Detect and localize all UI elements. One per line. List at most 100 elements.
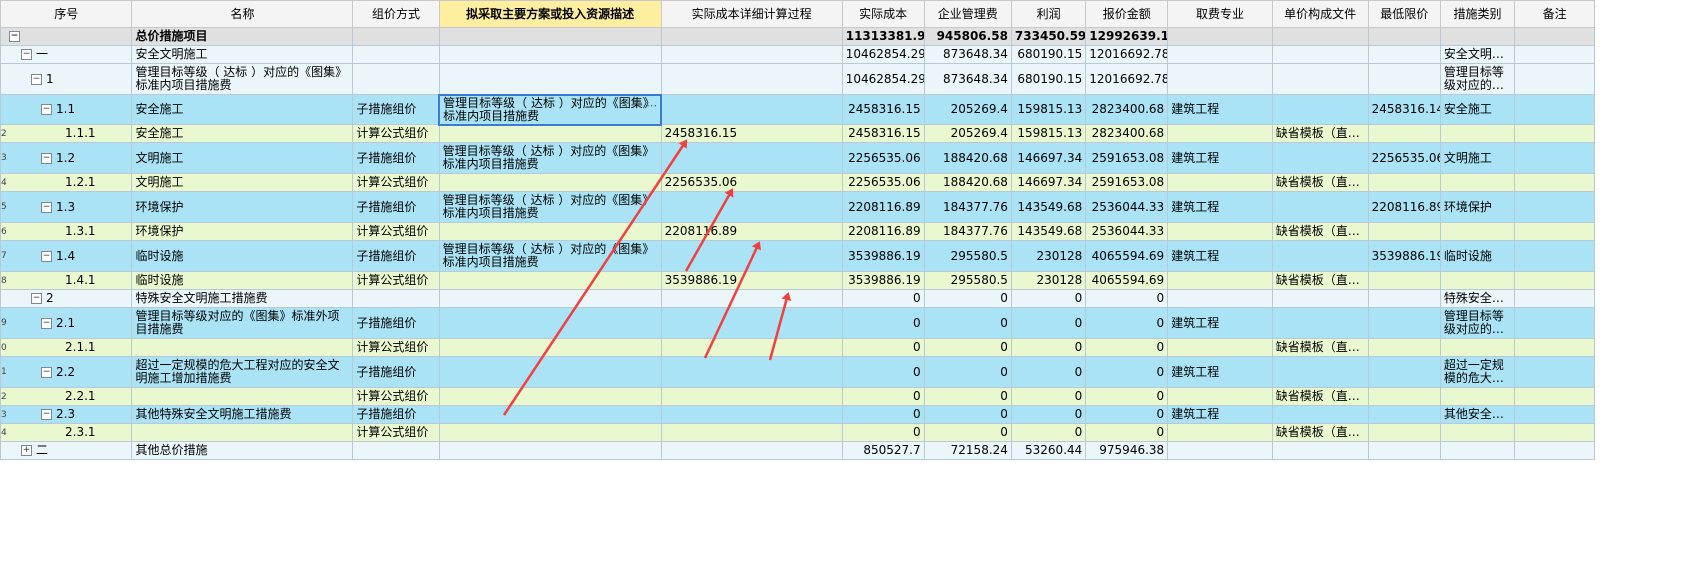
plan-description-cell[interactable]	[438, 271, 662, 290]
item-name-cell[interactable]: 环境保护	[131, 191, 354, 223]
unit-price-file-cell[interactable]	[1271, 27, 1369, 46]
actual-cost-cell[interactable]: 2256535.06	[841, 142, 925, 174]
column-header[interactable]: 单价构成文件	[1271, 0, 1369, 28]
actual-cost-cell[interactable]: 3539886.19	[841, 271, 925, 290]
fee-specialty-cell[interactable]	[1167, 441, 1273, 460]
management-fee-cell[interactable]: 0	[923, 289, 1012, 308]
fee-specialty-cell[interactable]: 建筑工程	[1167, 405, 1273, 424]
management-fee-cell[interactable]: 205269.4	[923, 124, 1012, 143]
quote-amount-cell[interactable]: 2823400.68	[1085, 124, 1169, 143]
plan-description-cell[interactable]	[438, 387, 662, 406]
unit-price-file-cell[interactable]: 缺省模板（直…	[1271, 173, 1369, 192]
item-name-cell[interactable]: 安全施工	[131, 124, 354, 143]
actual-cost-cell[interactable]: 10462854.29	[841, 45, 925, 64]
measure-category-cell[interactable]: 文明施工	[1439, 142, 1516, 174]
fee-specialty-cell[interactable]: 建筑工程	[1167, 191, 1273, 223]
seq-cell[interactable]: −	[0, 27, 133, 46]
measure-category-cell[interactable]: 其他安全…	[1439, 405, 1516, 424]
quote-amount-cell[interactable]: 0	[1085, 387, 1169, 406]
table-row[interactable]: −2 特殊安全文明施工措施费 0 0 0 0 特殊安全…	[0, 289, 1595, 308]
pricing-method-cell[interactable]	[352, 63, 440, 95]
item-name-cell[interactable]: 其他总价措施	[131, 441, 354, 460]
profit-cell[interactable]: 733450.59	[1010, 27, 1087, 46]
unit-price-file-cell[interactable]: 缺省模板（直…	[1271, 271, 1369, 290]
item-name-cell[interactable]	[131, 338, 354, 357]
actual-cost-cell[interactable]: 2458316.15	[841, 124, 925, 143]
remark-cell[interactable]	[1514, 271, 1595, 290]
profit-cell[interactable]: 0	[1010, 405, 1087, 424]
table-row[interactable]: + 二其他总价措施 850527.7 72158.24 53260.44 975946.3…	[0, 441, 1595, 460]
seq-cell[interactable]: 9 −2.1	[0, 307, 133, 339]
remark-cell[interactable]	[1514, 441, 1595, 460]
item-name-cell[interactable]: 安全文明施工	[131, 45, 354, 64]
min-price-cell[interactable]	[1367, 45, 1441, 64]
actual-cost-cell[interactable]: 3539886.19	[841, 240, 925, 272]
management-fee-cell[interactable]: 295580.5	[923, 271, 1012, 290]
pricing-method-cell[interactable]: 子措施组价	[352, 307, 440, 339]
plan-description-cell[interactable]	[438, 423, 662, 442]
pricing-method-cell[interactable]: 子措施组价	[352, 240, 440, 272]
collapse-icon[interactable]: −	[41, 104, 52, 115]
seq-cell[interactable]: −2	[0, 289, 133, 308]
measure-category-cell[interactable]	[1439, 124, 1516, 143]
min-price-cell[interactable]	[1367, 63, 1441, 95]
profit-cell[interactable]: 680190.15	[1010, 63, 1087, 95]
measure-category-cell[interactable]	[1439, 173, 1516, 192]
pricing-method-cell[interactable]: 计算公式组价	[352, 124, 440, 143]
min-price-cell[interactable]	[1367, 289, 1441, 308]
expand-icon[interactable]: +	[21, 445, 32, 456]
seq-cell[interactable]: −1	[0, 63, 133, 95]
unit-price-file-cell[interactable]	[1271, 191, 1369, 223]
table-row[interactable]: 2 2.2.1 计算公式组价 0 0 0 0 缺省模板（直…	[0, 387, 1595, 406]
actual-cost-cell[interactable]: 0	[841, 289, 925, 308]
quote-amount-cell[interactable]: 12016692.78	[1085, 45, 1169, 64]
fee-specialty-cell[interactable]: 建筑工程	[1167, 307, 1273, 339]
more-options-icon[interactable]: ⋯	[646, 99, 657, 112]
plan-description-cell[interactable]	[438, 405, 662, 424]
quote-amount-cell[interactable]: 0	[1085, 307, 1169, 339]
actual-cost-cell[interactable]: 2208116.89	[841, 222, 925, 241]
remark-cell[interactable]	[1514, 124, 1595, 143]
seq-cell[interactable]: − 一	[0, 45, 133, 64]
seq-cell[interactable]: 8 1.4.1	[0, 271, 133, 290]
remark-cell[interactable]	[1514, 27, 1595, 46]
column-header[interactable]: 实际成本详细计算过程	[660, 0, 843, 28]
table-row[interactable]: 8 1.4.1 临时设施 计算公式组价 3539886.19 3539886.19 2955…	[0, 271, 1595, 290]
profit-cell[interactable]: 159815.13	[1010, 124, 1087, 143]
profit-cell[interactable]: 0	[1010, 387, 1087, 406]
quote-amount-cell[interactable]: 0	[1085, 405, 1169, 424]
cost-calc-cell[interactable]	[660, 142, 843, 174]
plan-description-cell[interactable]: 管理目标等级（ 达标 ）对应的《图集》标准内项目措施费	[438, 191, 662, 223]
cost-calc-cell[interactable]	[660, 307, 843, 339]
plan-description-cell[interactable]	[438, 63, 662, 95]
remark-cell[interactable]	[1514, 387, 1595, 406]
seq-cell[interactable]: −1.1	[0, 94, 133, 125]
plan-description-cell[interactable]	[438, 27, 662, 46]
table-row[interactable]: −1 管理目标等级（ 达标 ）对应的《图集》标准内项目措施费 10462854.29…	[0, 63, 1595, 95]
unit-price-file-cell[interactable]	[1271, 405, 1369, 424]
collapse-icon[interactable]: −	[31, 73, 42, 85]
profit-cell[interactable]: 143549.68	[1010, 222, 1087, 241]
quote-amount-cell[interactable]: 12016692.78	[1085, 63, 1169, 95]
unit-price-file-cell[interactable]	[1271, 240, 1369, 272]
remark-cell[interactable]	[1514, 338, 1595, 357]
remark-cell[interactable]	[1514, 173, 1595, 192]
min-price-cell[interactable]	[1367, 307, 1441, 339]
collapse-icon[interactable]: −	[41, 250, 52, 262]
fee-specialty-cell[interactable]: 建筑工程	[1167, 240, 1273, 272]
management-fee-cell[interactable]: 205269.4	[923, 94, 1012, 125]
collapse-icon[interactable]: −	[21, 49, 32, 60]
collapse-icon[interactable]: −	[41, 409, 52, 420]
column-header[interactable]: 最低限价	[1367, 0, 1441, 28]
min-price-cell[interactable]	[1367, 405, 1441, 424]
seq-cell[interactable]: 7 −1.4	[0, 240, 133, 272]
measure-category-cell[interactable]	[1439, 387, 1516, 406]
measure-category-cell[interactable]: 特殊安全…	[1439, 289, 1516, 308]
profit-cell[interactable]: 680190.15	[1010, 45, 1087, 64]
pricing-method-cell[interactable]	[352, 45, 440, 64]
pricing-method-cell[interactable]: 计算公式组价	[352, 338, 440, 357]
remark-cell[interactable]	[1514, 289, 1595, 308]
cost-calc-cell[interactable]: 2208116.89	[660, 222, 843, 241]
management-fee-cell[interactable]: 295580.5	[923, 240, 1012, 272]
column-header[interactable]: 措施类别	[1439, 0, 1516, 28]
